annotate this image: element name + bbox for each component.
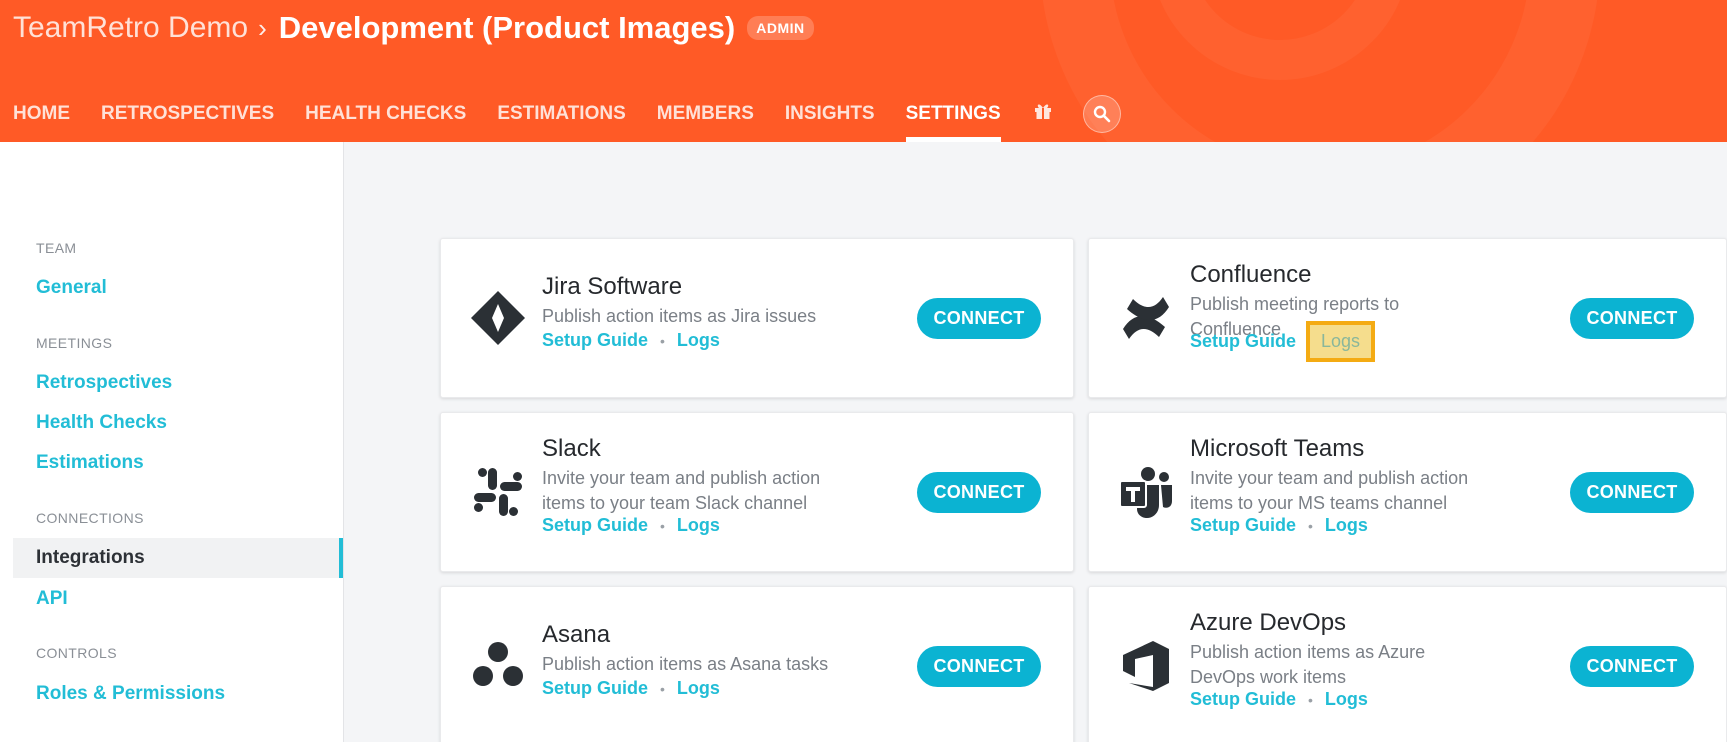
azure-devops-icon bbox=[1117, 637, 1175, 695]
sidebar-item-api[interactable]: API bbox=[36, 588, 68, 610]
breadcrumb-separator: › bbox=[258, 12, 267, 43]
sidebar-section-controls: CONTROLS bbox=[36, 645, 117, 661]
logs-link[interactable]: Logs bbox=[677, 678, 720, 699]
sidebar-item-health-checks[interactable]: Health Checks bbox=[36, 412, 167, 434]
sidebar-section-meetings: MEETINGS bbox=[36, 335, 113, 351]
integration-links: Setup Guide • Logs bbox=[542, 678, 720, 699]
integration-title: Asana bbox=[542, 621, 611, 648]
link-separator: • bbox=[660, 680, 665, 697]
integration-description: Publish action items as Asana tasks bbox=[542, 654, 829, 674]
jira-icon bbox=[469, 289, 527, 347]
page-title: Development (Product Images) bbox=[278, 10, 736, 45]
slack-icon bbox=[469, 463, 527, 521]
nav-insights[interactable]: INSIGHTS bbox=[785, 88, 875, 142]
admin-badge: ADMIN bbox=[747, 16, 814, 40]
gift-icon[interactable] bbox=[1033, 88, 1053, 142]
breadcrumb: TeamRetro Demo › Development (Product Im… bbox=[13, 8, 814, 48]
sidebar-section-team: TEAM bbox=[36, 240, 77, 256]
integration-links: Setup Guide • Logs bbox=[542, 515, 720, 536]
setup-guide-link[interactable]: Setup Guide bbox=[1190, 515, 1296, 536]
setup-guide-link[interactable]: Setup Guide bbox=[542, 515, 648, 536]
logs-link[interactable]: Logs bbox=[1325, 515, 1368, 536]
asana-icon bbox=[469, 637, 527, 695]
integration-title: Jira Software bbox=[542, 273, 683, 300]
integration-card-asana: Asana Publish action items as Asana task… bbox=[440, 586, 1074, 742]
breadcrumb-team-link[interactable]: TeamRetro Demo bbox=[13, 11, 248, 45]
logs-link[interactable]: Logs bbox=[677, 515, 720, 536]
connect-button[interactable]: CONNECT bbox=[917, 472, 1041, 513]
integration-card-microsoft-teams: Microsoft Teams Invite your team and pub… bbox=[1088, 412, 1727, 572]
integration-card-jira: Jira Software Publish action items as Ji… bbox=[440, 238, 1074, 398]
integration-description: Publish action items as Jira issues bbox=[542, 306, 817, 326]
integration-description: Invite your team and publish action item… bbox=[1190, 468, 1469, 513]
integration-title: Azure DevOps bbox=[1190, 609, 1347, 636]
nav-health-checks[interactable]: HEALTH CHECKS bbox=[305, 88, 466, 142]
nav-home[interactable]: HOME bbox=[13, 88, 70, 142]
integration-title: Microsoft Teams bbox=[1190, 435, 1365, 462]
connect-button[interactable]: CONNECT bbox=[1570, 472, 1694, 513]
search-icon bbox=[1093, 105, 1110, 123]
sidebar-item-label: Integrations bbox=[36, 547, 145, 568]
integration-title: Slack bbox=[542, 435, 601, 462]
sidebar-item-retrospectives[interactable]: Retrospectives bbox=[36, 372, 172, 394]
connect-button[interactable]: CONNECT bbox=[917, 298, 1041, 339]
integration-links: Setup Guide • Logs bbox=[542, 330, 720, 351]
link-separator: • bbox=[1308, 517, 1313, 534]
sidebar-item-general[interactable]: General bbox=[36, 277, 107, 299]
microsoft-teams-icon bbox=[1117, 463, 1175, 521]
integration-links: Setup Guide • Logs bbox=[1190, 515, 1368, 536]
connect-button[interactable]: CONNECT bbox=[1570, 298, 1694, 339]
confluence-icon bbox=[1117, 289, 1175, 347]
link-separator: • bbox=[660, 332, 665, 349]
integration-card-azure-devops: Azure DevOps Publish action items as Azu… bbox=[1088, 586, 1727, 742]
link-separator: • bbox=[660, 517, 665, 534]
integration-card-confluence: Confluence Publish meeting reports to Co… bbox=[1088, 238, 1727, 398]
nav-members[interactable]: MEMBERS bbox=[657, 88, 754, 142]
integration-description: Invite your team and publish action item… bbox=[542, 468, 821, 513]
setup-guide-link[interactable]: Setup Guide bbox=[1190, 331, 1296, 352]
link-separator: • bbox=[1308, 691, 1313, 708]
integration-card-slack: Slack Invite your team and publish actio… bbox=[440, 412, 1074, 572]
main-nav: HOME RETROSPECTIVES HEALTH CHECKS ESTIMA… bbox=[0, 88, 1121, 142]
connect-button[interactable]: CONNECT bbox=[917, 646, 1041, 687]
setup-guide-link[interactable]: Setup Guide bbox=[1190, 689, 1296, 710]
connect-button[interactable]: CONNECT bbox=[1570, 646, 1694, 687]
sidebar-item-integrations[interactable]: Integrations bbox=[13, 538, 343, 578]
nav-settings[interactable]: SETTINGS bbox=[905, 88, 1001, 142]
nav-retrospectives[interactable]: RETROSPECTIVES bbox=[101, 88, 274, 142]
setup-guide-link[interactable]: Setup Guide bbox=[542, 678, 648, 699]
integration-title: Confluence bbox=[1190, 261, 1312, 288]
integration-links: Setup Guide • Logs bbox=[1190, 689, 1368, 710]
logs-link[interactable]: Logs bbox=[1306, 321, 1376, 362]
integration-description: Publish action items as Azure DevOps wor… bbox=[1190, 642, 1426, 687]
settings-sidebar: TEAM General MEETINGS Retrospectives Hea… bbox=[0, 142, 344, 742]
integration-links: Setup Guide Logs bbox=[1190, 321, 1376, 362]
top-header: TeamRetro Demo › Development (Product Im… bbox=[0, 0, 1727, 142]
sidebar-item-roles-permissions[interactable]: Roles & Permissions bbox=[36, 683, 225, 705]
logs-link[interactable]: Logs bbox=[1325, 689, 1368, 710]
setup-guide-link[interactable]: Setup Guide bbox=[542, 330, 648, 351]
logs-link[interactable]: Logs bbox=[677, 330, 720, 351]
nav-estimations[interactable]: ESTIMATIONS bbox=[497, 88, 625, 142]
sidebar-section-connections: CONNECTIONS bbox=[36, 510, 144, 526]
sidebar-item-estimations[interactable]: Estimations bbox=[36, 452, 144, 474]
search-button[interactable] bbox=[1082, 95, 1121, 133]
